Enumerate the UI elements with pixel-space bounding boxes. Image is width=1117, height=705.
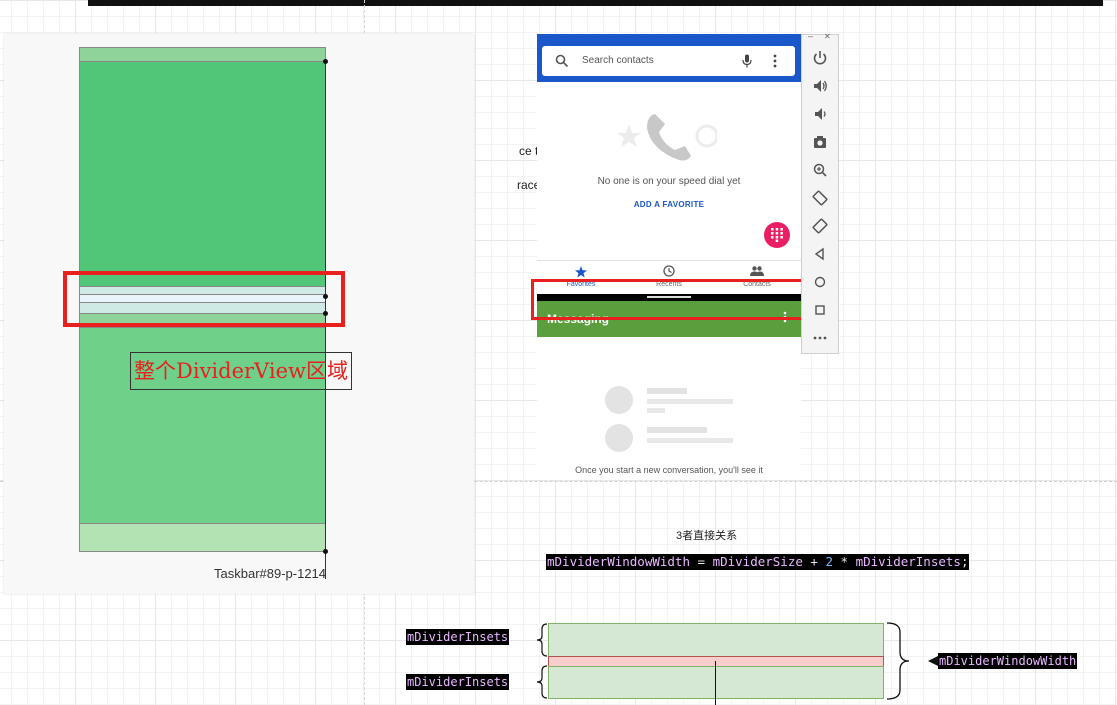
rotate-right-icon[interactable] [811,217,829,235]
emulator-toolbar: – ✕ [801,31,839,354]
speed-dial-illustration-icon [617,114,717,161]
zoom-icon[interactable] [811,161,829,179]
people-icon [750,266,764,276]
formula-divider-insets: mDividerInsets [855,554,961,569]
formula: mDividerWindowWidth = mDividerSize + 2 *… [546,554,970,570]
formula-plus: + [802,554,826,569]
back-icon[interactable] [811,245,829,263]
camera-icon[interactable] [811,133,829,151]
volume-down-icon[interactable] [811,105,829,123]
empty-speed-dial-message: No one is on your speed dial yet [597,176,741,187]
center-line [715,661,716,705]
formula-divider-size: mDividerSize [712,554,803,569]
home-icon[interactable] [811,273,829,291]
rotate-left-icon[interactable] [811,189,829,207]
left-brace-icon [536,665,548,699]
highlight-box-phone-divider [531,279,805,320]
dialpad-fab[interactable] [764,222,790,248]
messaging-empty-text: Once you start a new conversation, you'l… [575,465,763,475]
clock-icon [663,265,675,277]
taskbar-region [79,523,326,552]
divider-window-bottom-inset [548,666,884,699]
divider-caption: 整个DividerView区域 [130,352,352,390]
highlight-box-divider [63,271,345,327]
measure-dot [323,549,328,554]
search-icon [555,54,569,68]
top-black-bar [88,0,1103,6]
measure-dot [323,59,328,64]
star-icon [575,266,587,278]
divider-window-top-inset [548,623,884,657]
overview-icon[interactable] [811,301,829,319]
window-width-label: mDividerWindowWidth [938,653,1078,669]
insets-top-label: mDividerInsets [406,629,510,645]
search-box[interactable]: Search contacts [542,46,795,76]
app-bar: Search contacts [537,42,801,82]
dialpad-icon [771,228,783,242]
search-input[interactable]: Search contacts [582,55,654,66]
power-icon[interactable] [811,49,829,67]
volume-up-icon[interactable] [811,77,829,95]
top-window-header [79,47,326,62]
insets-bottom-label: mDividerInsets [406,674,510,690]
mic-icon[interactable] [742,54,752,68]
formula-two: 2 [825,554,833,569]
right-brace-icon [886,622,910,700]
top-window [79,61,326,287]
overflow-menu-icon[interactable] [773,54,777,68]
phone-screen: Search contacts No one is on your speed … [537,34,801,480]
taskbar-label: Taskbar#89-p-1214 [214,566,327,581]
formula-end: ; [960,554,969,569]
cut-text: ce t [519,144,539,158]
add-favorite-link[interactable]: ADD A FAVORITE [537,200,801,209]
formula-times: * [833,554,856,569]
formula-eq: = [690,554,713,569]
more-icon[interactable] [811,329,829,347]
minimize-icon[interactable]: – [808,31,813,41]
status-bar [537,34,801,42]
conversation-placeholder-illustration [605,386,733,452]
close-icon[interactable]: ✕ [824,32,831,41]
formula-lhs: mDividerWindowWidth [547,554,690,569]
left-brace-icon [536,623,548,657]
relation-title: 3者直接关系 [676,530,738,542]
